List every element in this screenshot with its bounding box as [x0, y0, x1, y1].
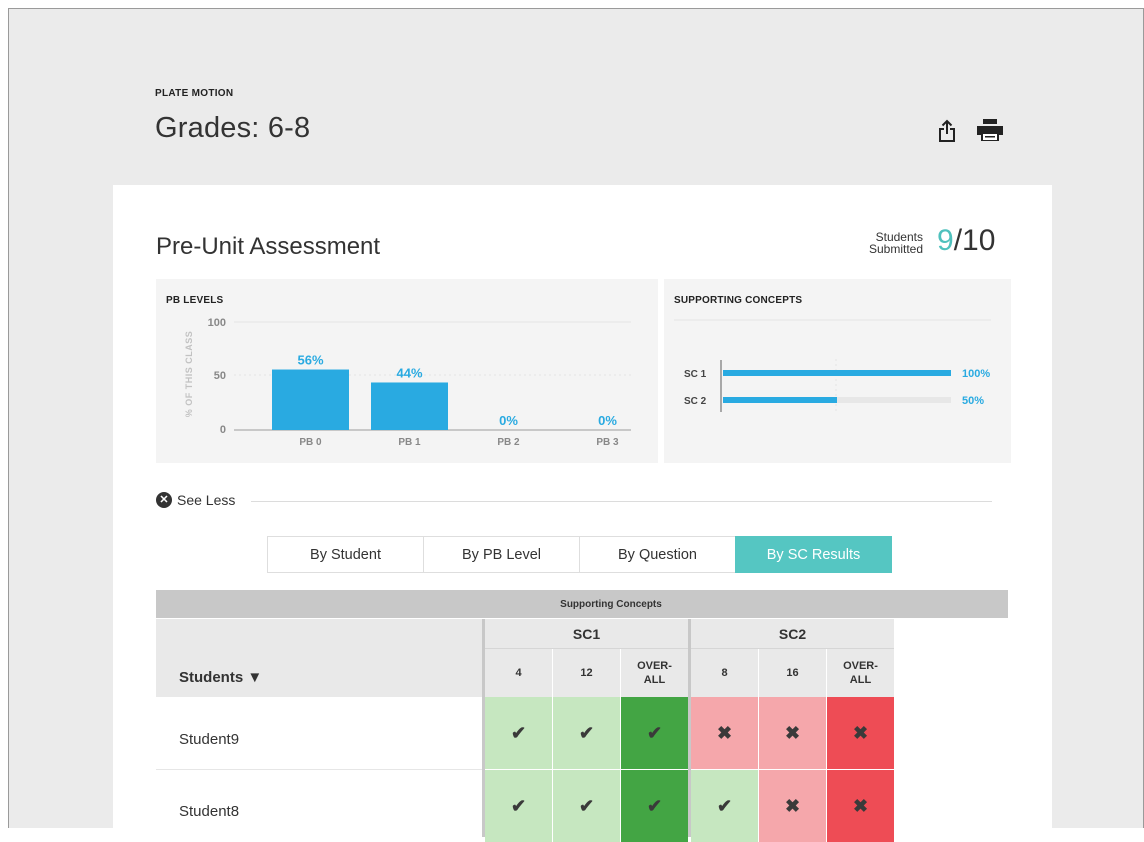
- sc-bar: [723, 397, 837, 403]
- sc-category-label: SC 1: [684, 369, 707, 380]
- pb-value-label: 0%: [499, 413, 518, 428]
- pb-bar: [272, 369, 349, 430]
- result-cell: ✖: [759, 770, 826, 842]
- sc1-col-12: 12: [553, 649, 620, 697]
- result-cell: ✖: [827, 697, 894, 769]
- sc-value-label: 100%: [962, 368, 990, 380]
- sc1-col-4: 4: [485, 649, 552, 697]
- submitted-value: 9: [937, 224, 954, 257]
- pb-value-label: 56%: [297, 353, 323, 368]
- share-icon[interactable]: [938, 119, 956, 143]
- sc2-col-8: 8: [691, 649, 758, 697]
- sc2-col-overall: OVER- ALL: [827, 649, 894, 697]
- pb-category-label: PB 1: [398, 437, 421, 448]
- students-submitted-count: 9/10: [937, 224, 995, 258]
- pb-levels-chart: % OF THIS CLASS 100 50 0 56% PB 0 44% PB 1 0…: [184, 317, 631, 448]
- sc1-group-header: SC1: [485, 619, 688, 649]
- result-cell: ✔: [621, 697, 688, 769]
- supporting-concepts-header: Supporting Concepts: [156, 590, 1008, 618]
- section-divider: [251, 501, 992, 502]
- page-title: Grades: 6-8: [155, 112, 311, 144]
- supporting-concepts-header-label: Supporting Concepts: [560, 599, 662, 610]
- result-cell: ✔: [485, 770, 552, 842]
- assessment-title: Pre-Unit Assessment: [156, 233, 381, 260]
- view-tabs: By Student By PB Level By Question By SC…: [267, 536, 892, 573]
- page-frame: PLATE MOTION Grades: 6-8 Pre-Unit Assess…: [8, 8, 1144, 842]
- sc2-col-16: 16: [759, 649, 826, 697]
- tab-by-sc-results[interactable]: By SC Results: [735, 536, 892, 573]
- see-less-label: See Less: [177, 492, 236, 508]
- sc-value-label: 50%: [962, 395, 984, 407]
- submitted-label-line2: Submitted: [868, 242, 923, 256]
- students-column-header: Students ▼: [156, 619, 482, 697]
- pb-category-label: PB 3: [596, 437, 619, 448]
- pb-levels-panel: PB LEVELS % OF THIS CLASS 100 50 0 56% PB…: [156, 279, 658, 463]
- result-cell: ✖: [827, 770, 894, 842]
- header-divider-2: [691, 648, 894, 649]
- sc-bar: [723, 370, 951, 376]
- students-submitted-label: Students Submitted: [855, 231, 923, 255]
- result-cell: ✖: [691, 697, 758, 769]
- see-less-toggle[interactable]: ✕ See Less: [156, 490, 235, 510]
- supporting-concepts-panel: SUPPORTING CONCEPTS SC 1 100% SC 2 50%: [664, 279, 1011, 463]
- tab-by-question[interactable]: By Question: [579, 536, 736, 573]
- pb-value-label: 44%: [396, 365, 422, 380]
- pb-ylabel: % OF THIS CLASS: [184, 331, 194, 418]
- print-icon[interactable]: [977, 119, 1003, 142]
- sc2-group-header: SC2: [691, 619, 894, 649]
- result-cell: ✔: [691, 770, 758, 842]
- result-cell: ✔: [485, 697, 552, 769]
- result-cell: ✔: [553, 697, 620, 769]
- student-name[interactable]: Student9: [179, 731, 239, 748]
- result-cell: ✔: [621, 770, 688, 842]
- sc-category-label: SC 2: [684, 396, 707, 407]
- unit-eyebrow: PLATE MOTION: [155, 88, 234, 99]
- pb-value-label: 0%: [598, 413, 617, 428]
- result-cell: ✖: [759, 697, 826, 769]
- tab-by-student[interactable]: By Student: [267, 536, 424, 573]
- pb-category-label: PB 0: [299, 437, 322, 448]
- pb-ytick-0: 0: [220, 424, 226, 436]
- close-circle-icon: ✕: [156, 492, 172, 508]
- pb-category-label: PB 2: [497, 437, 520, 448]
- pb-ytick-100: 100: [208, 317, 226, 329]
- tab-by-pb-level[interactable]: By PB Level: [423, 536, 580, 573]
- students-sort-header[interactable]: Students ▼: [179, 669, 262, 686]
- header-divider: [485, 648, 688, 649]
- student-name[interactable]: Student8: [179, 803, 239, 820]
- result-cell: ✔: [553, 770, 620, 842]
- pb-bar: [371, 382, 448, 430]
- supporting-concepts-chart: SC 1 100% SC 2 50%: [674, 319, 991, 412]
- pb-ytick-50: 50: [214, 370, 226, 382]
- assessment-card: Pre-Unit Assessment Students Submitted 9…: [113, 185, 1052, 842]
- sc1-col-overall: OVER- ALL: [621, 649, 688, 697]
- submitted-total: /10: [953, 224, 996, 257]
